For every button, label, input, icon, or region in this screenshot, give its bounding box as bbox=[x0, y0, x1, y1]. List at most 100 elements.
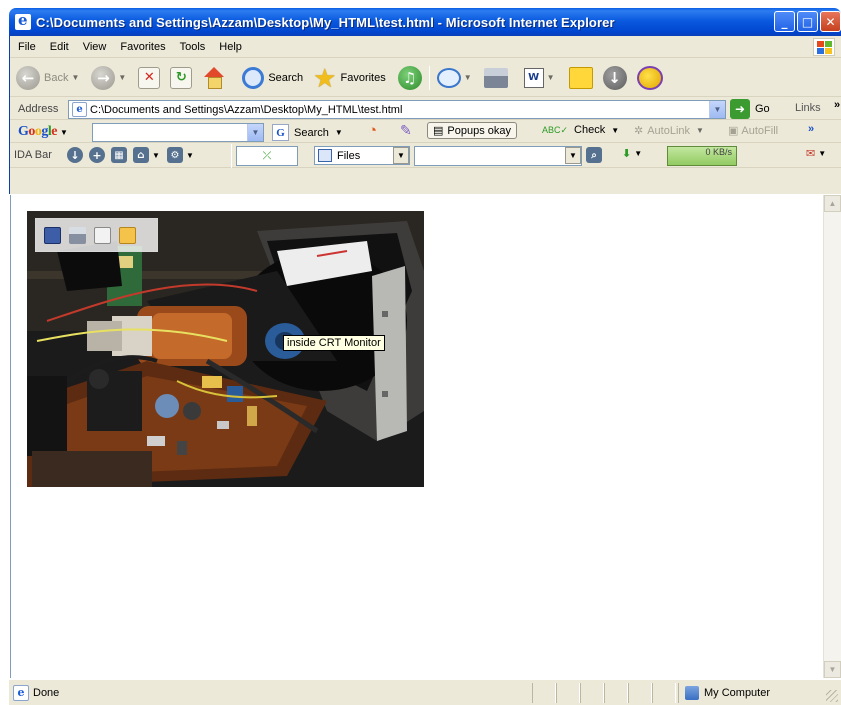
messenger-icon bbox=[636, 65, 663, 90]
google-toolbar: Google ▼ ▼ G Search ▼ ◔ ✎ ▤ Popups okay … bbox=[10, 121, 841, 143]
status-panels bbox=[532, 683, 676, 703]
links-chevron-icon[interactable]: » bbox=[834, 99, 840, 111]
status-text: Done bbox=[33, 686, 60, 699]
favorites-button[interactable]: ★ Favorites bbox=[310, 63, 389, 93]
google-more-chevron-icon[interactable]: » bbox=[808, 123, 814, 135]
scroll-down-arrow-icon[interactable]: ▼ bbox=[824, 661, 841, 678]
address-dropdown-icon[interactable]: ▼ bbox=[709, 101, 725, 118]
go-button[interactable]: ➜ Go bbox=[730, 99, 770, 119]
print-image-icon[interactable] bbox=[69, 226, 86, 244]
autolink-button[interactable]: ✲ AutoLink ▼ bbox=[634, 124, 704, 138]
back-button[interactable]: ← Back ▼ bbox=[13, 63, 82, 93]
ida-site-button[interactable]: ⌂ ▼ bbox=[133, 147, 160, 163]
mail-flag-icon: ✉ bbox=[806, 148, 816, 160]
menu-view[interactable]: View bbox=[76, 41, 114, 53]
files-dropdown-icon[interactable]: ▼ bbox=[393, 147, 409, 164]
refresh-button[interactable]: ↻ bbox=[167, 63, 195, 93]
zone-label: My Computer bbox=[704, 687, 771, 699]
schedule-icon: ▦ bbox=[111, 147, 127, 163]
google-g-icon: G bbox=[272, 124, 289, 141]
files-select[interactable]: Files ▼ bbox=[314, 146, 410, 165]
autofill-label: AutoFill bbox=[741, 124, 779, 137]
go-arrow-icon: ➜ bbox=[730, 99, 750, 119]
back-label: Back bbox=[44, 71, 69, 84]
google-search-button[interactable]: G Search ▼ bbox=[272, 124, 343, 141]
resize-grip-icon[interactable] bbox=[826, 690, 838, 702]
menu-bar: File Edit View Favorites Tools Help bbox=[10, 36, 841, 58]
autolink-label: AutoLink bbox=[647, 124, 691, 137]
browser-chrome: File Edit View Favorites Tools Help ← Ba… bbox=[9, 36, 841, 194]
menu-favorites[interactable]: Favorites bbox=[113, 41, 172, 53]
home-button[interactable] bbox=[199, 63, 229, 93]
forward-dropdown-icon[interactable]: ▼ bbox=[118, 73, 126, 82]
ida-schedule-button[interactable]: ▦ bbox=[111, 147, 127, 163]
links-label[interactable]: Links bbox=[795, 102, 821, 114]
forward-button[interactable]: → ▼ bbox=[88, 63, 129, 93]
messenger-button[interactable] bbox=[634, 63, 666, 93]
edit-button[interactable]: W ▼ bbox=[521, 63, 558, 93]
ida-search-input[interactable]: ▼ bbox=[414, 146, 582, 166]
stop-button[interactable]: ✕ bbox=[135, 63, 163, 93]
edit-dropdown-icon[interactable]: ▼ bbox=[547, 73, 555, 82]
security-zone[interactable]: My Computer bbox=[678, 683, 824, 703]
ida-options-button[interactable]: ⚙ ▼ bbox=[167, 147, 194, 163]
ida-add-button[interactable]: + bbox=[89, 147, 105, 163]
note-icon bbox=[568, 66, 593, 89]
menu-tools[interactable]: Tools bbox=[173, 41, 213, 53]
autofill-button[interactable]: ▣ AutoFill bbox=[728, 124, 779, 138]
my-pictures-icon[interactable] bbox=[119, 226, 136, 244]
address-input[interactable]: e C:\Documents and Settings\Azzam\Deskto… bbox=[68, 100, 726, 119]
email-image-icon[interactable] bbox=[94, 226, 111, 244]
vertical-scrollbar[interactable]: ▲ ▼ bbox=[823, 195, 841, 678]
popups-label: Popups okay bbox=[447, 124, 512, 137]
download-button[interactable]: ↓ bbox=[600, 63, 630, 93]
printer-icon bbox=[483, 67, 508, 88]
ida-search-dropdown-icon[interactable]: ▼ bbox=[565, 147, 581, 164]
scroll-up-arrow-icon[interactable]: ▲ bbox=[824, 195, 841, 212]
page-icon: e bbox=[72, 102, 87, 117]
highlight-icon[interactable]: ✎ bbox=[400, 122, 412, 139]
media-button[interactable]: ♫ bbox=[395, 63, 425, 93]
ida-status-field[interactable]: ⤫ bbox=[236, 146, 298, 166]
minimize-button[interactable]: _ bbox=[774, 11, 795, 32]
google-search-input[interactable]: ▼ bbox=[92, 123, 264, 142]
address-value[interactable]: C:\Documents and Settings\Azzam\Desktop\… bbox=[90, 104, 402, 116]
check-dropdown-icon[interactable]: ▼ bbox=[611, 126, 619, 135]
ida-download-button[interactable]: ↓ bbox=[67, 147, 83, 163]
spell-check-button[interactable]: ABC✓ Check ▼ bbox=[542, 124, 619, 136]
download-icon: ↓ bbox=[602, 65, 627, 90]
menu-help[interactable]: Help bbox=[212, 41, 249, 53]
search-button[interactable]: Search bbox=[239, 63, 306, 93]
print-button[interactable] bbox=[481, 63, 511, 93]
mail-button[interactable]: ▼ bbox=[434, 63, 475, 93]
google-search-dropdown-icon[interactable]: ▼ bbox=[247, 124, 263, 141]
ida-bar-label: IDA Bar bbox=[14, 149, 52, 161]
pagerank-icon[interactable]: ◔ bbox=[368, 122, 377, 139]
autolink-dropdown-icon[interactable]: ▼ bbox=[696, 126, 704, 135]
close-button[interactable]: ✕ bbox=[820, 11, 841, 32]
go-label: Go bbox=[755, 103, 770, 115]
maximize-button[interactable]: □ bbox=[797, 11, 818, 32]
speed-meter: 0 KB/s bbox=[667, 146, 737, 166]
mail-icon bbox=[436, 67, 461, 88]
google-search-menu-icon[interactable]: ▼ bbox=[335, 128, 343, 137]
popup-window-icon: ▤ bbox=[433, 125, 444, 137]
ida-extra-button[interactable]: ✉ ▼ bbox=[806, 147, 826, 160]
back-dropdown-icon[interactable]: ▼ bbox=[71, 73, 79, 82]
window-controls: _ □ ✕ bbox=[774, 11, 841, 32]
google-logo[interactable]: Google ▼ bbox=[10, 124, 68, 140]
save-image-icon[interactable] bbox=[44, 226, 61, 244]
ida-down-button[interactable]: ⬇ ▼ bbox=[622, 147, 642, 160]
ida-search-button[interactable]: ⌕ bbox=[586, 147, 602, 163]
check-label: Check bbox=[574, 124, 606, 136]
notes-button[interactable] bbox=[566, 63, 596, 93]
ie-icon[interactable] bbox=[15, 11, 31, 30]
magnifier-icon: ⌕ bbox=[586, 147, 602, 163]
menu-file[interactable]: File bbox=[10, 41, 43, 53]
mail-dropdown-icon[interactable]: ▼ bbox=[464, 73, 472, 82]
menu-edit[interactable]: Edit bbox=[43, 41, 76, 53]
options-icon: ⚙ bbox=[167, 147, 183, 163]
forward-arrow-icon: → bbox=[91, 65, 116, 90]
popups-okay-button[interactable]: ▤ Popups okay bbox=[427, 122, 518, 139]
stop-icon: ✕ bbox=[138, 66, 161, 89]
